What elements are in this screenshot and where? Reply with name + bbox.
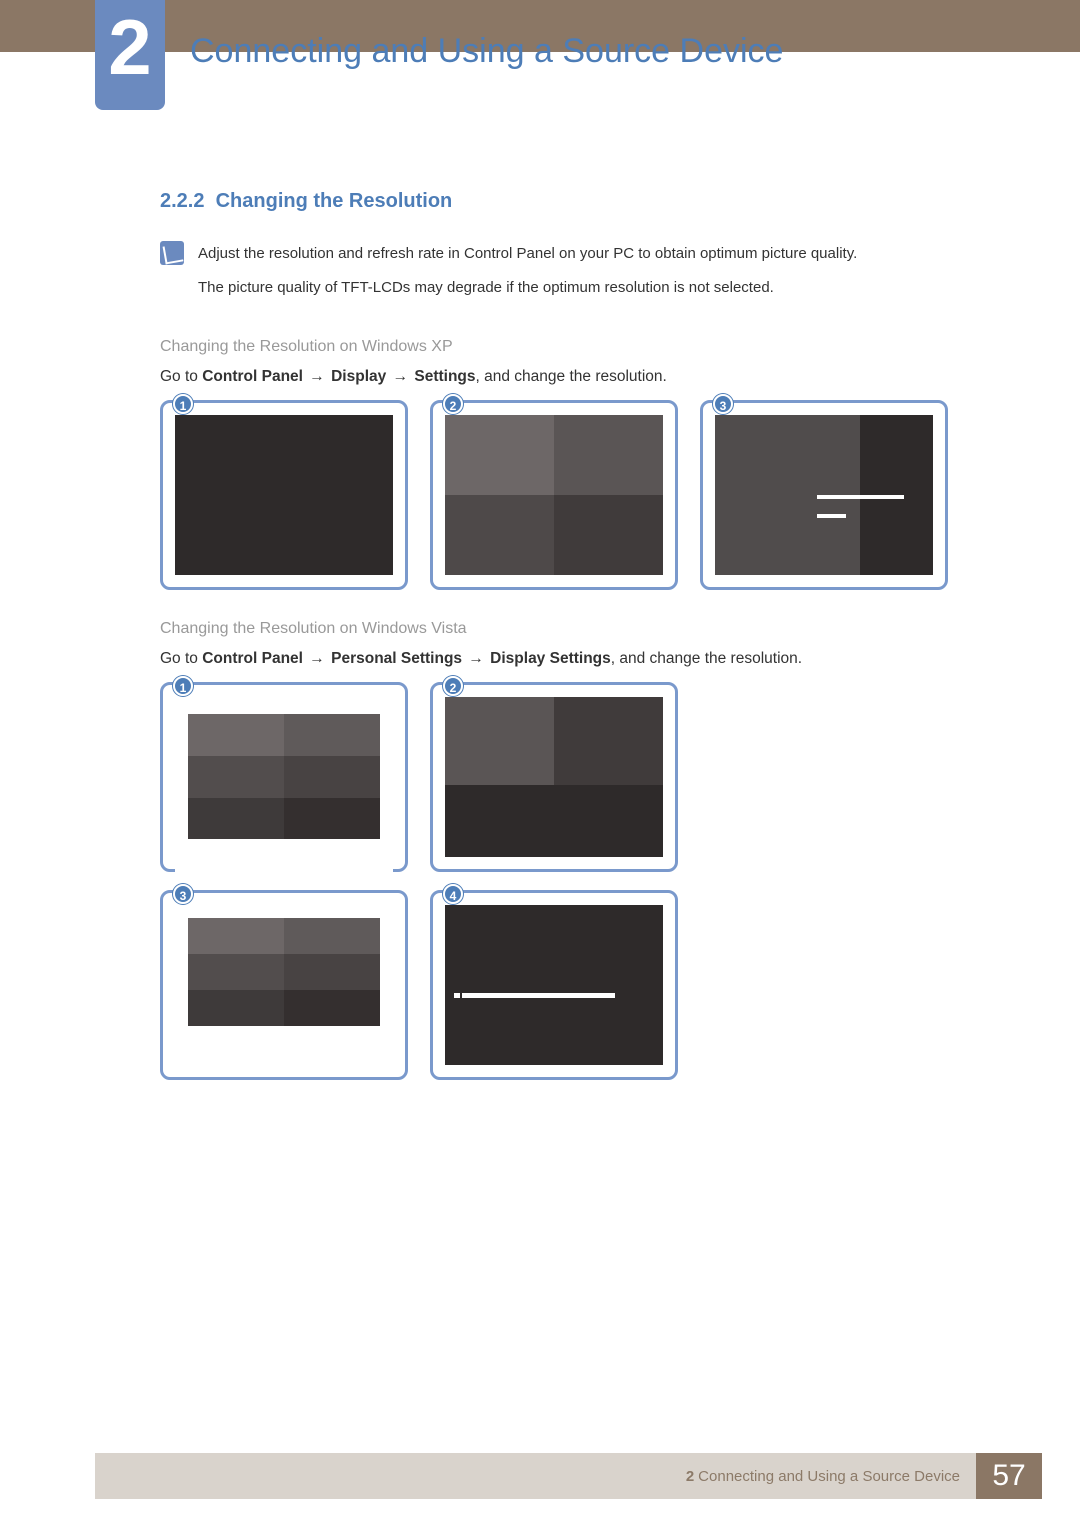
arrow-icon: → [309,650,325,668]
arrow-icon: → [468,650,484,668]
footer-bar [95,1453,670,1499]
step-badge: 2 [443,676,463,696]
vista-subtitle: Changing the Resolution on Windows Vista [160,620,980,638]
xp-instruction: Go to Control Panel → Display → Settings… [160,368,980,386]
vista-thumb-3: 3 [160,890,408,1080]
path-control-panel: Control Panel [202,368,303,385]
xp-thumb-3: 3 [700,400,948,590]
thumb-image [445,905,663,1065]
footer-chapter-title: Connecting and Using a Source Device [698,1468,960,1485]
step-badge: 4 [443,884,463,904]
text: Go to [160,650,202,667]
section-heading: 2.2.2 Changing the Resolution [160,190,980,213]
xp-thumb-2: 2 [430,400,678,590]
path-display: Display [331,368,386,385]
note-text: Adjust the resolution and refresh rate i… [198,241,857,308]
thumb-image [175,714,393,874]
footer-chapter-number: 2 [686,1468,694,1485]
thumb-image [175,905,393,1065]
note-line-2: The picture quality of TFT-LCDs may degr… [198,275,857,301]
page-number: 57 [976,1453,1042,1499]
thumb-image [715,415,933,575]
step-badge: 3 [173,884,193,904]
xp-subtitle: Changing the Resolution on Windows XP [160,338,980,356]
text: , and change the resolution. [476,368,667,385]
vista-instruction: Go to Control Panel → Personal Settings … [160,650,980,668]
path-display-settings: Display Settings [490,650,611,667]
vista-thumb-2: 2 [430,682,678,872]
page-footer: 2 Connecting and Using a Source Device 5… [95,1453,1042,1499]
arrow-icon: → [309,368,325,386]
vista-thumbnails: 1 2 3 4 [160,682,980,1080]
text: Go to [160,368,202,385]
path-settings: Settings [414,368,475,385]
chapter-title: Connecting and Using a Source Device [190,32,783,71]
xp-thumb-1: 1 [160,400,408,590]
arrow-icon: → [393,368,409,386]
step-badge: 1 [173,676,193,696]
note-icon [160,241,184,265]
step-badge: 1 [173,394,193,414]
note-block: Adjust the resolution and refresh rate i… [160,241,980,308]
path-control-panel: Control Panel [202,650,303,667]
vista-thumb-1: 1 [160,682,408,872]
note-line-1: Adjust the resolution and refresh rate i… [198,241,857,267]
thumb-image [445,415,663,575]
page-content: 2.2.2 Changing the Resolution Adjust the… [160,190,980,1110]
section-number: 2.2.2 [160,190,204,212]
step-badge: 2 [443,394,463,414]
thumb-image [175,415,393,575]
step-badge: 3 [713,394,733,414]
text: , and change the resolution. [611,650,802,667]
thumb-image [445,697,663,857]
path-personal-settings: Personal Settings [331,650,462,667]
chapter-number-badge: 2 [95,0,165,110]
section-title: Changing the Resolution [216,190,453,212]
footer-chapter-label: 2 Connecting and Using a Source Device [670,1453,976,1499]
xp-thumbnails: 1 2 3 [160,400,980,590]
vista-thumb-4: 4 [430,890,678,1080]
